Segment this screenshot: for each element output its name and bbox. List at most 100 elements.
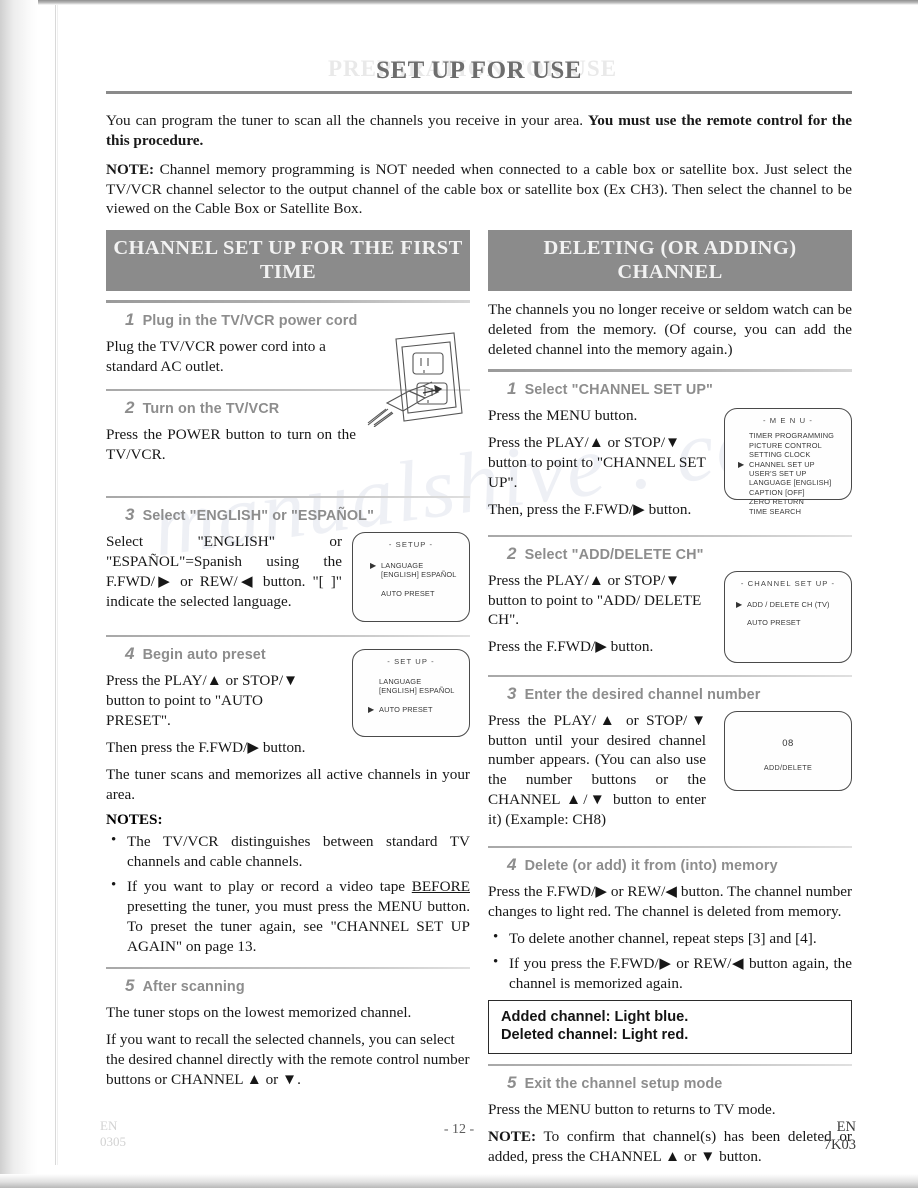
r-step-1-content: - M E N U - TIMER PROGRAMMING PICTURE CO… [488,406,852,520]
r-step-3-content: 08 ADD/DELETE Press the PLAY/▲ or STOP/▼… [488,710,852,830]
intro-block: You can program the tuner to scan all th… [106,111,852,219]
osd-title: - SET UP - [387,657,435,666]
osd-row-label: CAPTION [OFF] [749,487,805,497]
step-title: Enter the desired channel number [524,686,761,703]
cursor-arrow-icon: ▶ [370,561,377,570]
step-heading-3: 3 Select "ENGLISH" or "ESPAÑOL" [106,505,470,525]
divider [106,635,470,637]
divider [488,674,852,677]
step-3-content: - SETUP - ▶ LANGUAGE [ENGLISH] ESPAÑOL AU… [106,532,470,622]
list-item: If you press the F.FWD/▶ or REW/◀ button… [493,953,852,994]
step-title: Select "CHANNEL SET UP" [524,382,713,399]
osd-item-list: ▶ ADD / DELETE CH (TV) AUTO PRESET [736,600,851,628]
divider [488,1063,852,1066]
divider [106,300,470,304]
note-pre: If you want to play or record a video ta… [127,878,412,896]
r-step-2-body-1: Press the PLAY/▲ or STOP/▼ button to poi… [488,571,702,629]
left-column: CHANNEL SET UP FOR THE FIRST TIME 1 Plug … [106,230,470,1174]
step-number: 2 [507,543,517,563]
osd-setup-autopreset-figure: - SET UP - LANGUAGE [ENGLISH] ESPAÑOL ▶ A… [352,649,470,737]
intro-plain: You can program the tuner to scan all th… [106,112,588,130]
step-number: 2 [125,398,135,418]
right-intro: The channels you no longer receive or se… [488,301,852,359]
step-4-body-1: Press the PLAY/▲ or STOP/▼ button to poi… [106,672,299,729]
callout-line-added: Added channel: Light blue. [501,1008,689,1025]
osd-title: - SETUP - [388,540,434,549]
callout-line-deleted: Deleted channel: Light red. [501,1027,689,1044]
step-number: 4 [507,855,517,875]
step-title: Begin auto preset [142,647,266,663]
osd-row: TIME SEARCH [749,507,851,516]
osd-row-label: AUTO PRESET [381,588,435,598]
osd-row-label: USER'S SET UP [749,468,807,478]
osd-menu-figure: - M E N U - TIMER PROGRAMMING PICTURE CO… [724,408,852,516]
osd-add-delete-label: ADD/DELETE [763,762,813,772]
osd-row: LANGUAGE [379,677,469,686]
osd-row-label: CHANNEL SET UP [749,459,815,469]
r-step-1-body-2: Press the PLAY/▲ or STOP/▼ button to poi… [488,434,706,491]
r-step-5-body-1: Press the MENU button to returns to TV m… [488,1100,776,1118]
list-item: The TV/VCR distinguishes between standar… [111,831,470,872]
page-content: PREPARATION FOR USE SET UP FOR USE You c… [106,56,852,1174]
osd-row-label: SETTING CLOCK [749,450,811,460]
osd-item-list: ▶ LANGUAGE [ENGLISH] ESPAÑOL AUTO PRESET [370,561,469,598]
osd-setup-language-figure: - SETUP - ▶ LANGUAGE [ENGLISH] ESPAÑOL AU… [352,532,470,622]
osd-item-list: TIMER PROGRAMMING PICTURE CONTROL SETTIN… [738,431,851,516]
cursor-arrow-icon: ▶ [736,599,743,609]
step-2-body: Press the POWER button to turn on the TV… [106,426,356,464]
osd-row-label: LANGUAGE [ENGLISH] [749,478,832,488]
osd-row-label: [ENGLISH] ESPAÑOL [379,686,455,696]
r-step-heading-3: 3 Enter the desired channel number [488,684,852,704]
step-4-content: - SET UP - LANGUAGE [ENGLISH] ESPAÑOL ▶ A… [106,649,470,758]
note-emphasis: BEFORE [411,878,470,896]
osd-channel-number: 08 [782,737,794,749]
notes-label: NOTES: [106,811,163,829]
osd-row-label: PICTURE CONTROL [749,440,822,450]
osd-row: ▶ LANGUAGE [370,561,469,570]
page-spine-line [55,5,56,1165]
osd-row: LANGUAGE [ENGLISH] [749,478,851,487]
r-step-heading-4: 4 Delete (or add) it from (into) memory [488,855,852,875]
step-number: 5 [507,1072,517,1092]
step-title: Plug in the TV/VCR power cord [142,313,358,330]
step-title: Select "ENGLISH" or "ESPAÑOL" [142,508,374,524]
osd-row-label: TIME SEARCH [749,506,802,516]
step-title: Exit the channel setup mode [524,1075,723,1092]
step-number: 4 [125,644,135,663]
osd-row: PICTURE CONTROL [749,441,851,450]
r-step-heading-2: 2 Select "ADD/DELETE CH" [488,544,852,564]
footer-region: EN [836,1119,856,1135]
footer-page-number: - 12 - [443,1122,475,1137]
r-step-2-content: - CHANNEL SET UP - ▶ ADD / DELETE CH (TV)… [488,570,852,663]
r-step-heading-5: 5 Exit the channel setup mode [488,1073,852,1093]
r-step-3-body-1: Press the PLAY/▲ or STOP/▼ button until … [488,711,706,829]
scan-left-edge [0,0,38,1188]
osd-row: USER'S SET UP [749,469,851,478]
step-1-content: Plug the TV/VCR power cord into a standa… [106,332,470,428]
page-spine-line-secondary [57,5,58,1165]
channel-color-callout: Added channel: Light blue. Deleted chann… [488,999,852,1054]
osd-row-label: ZERO RETURN [749,497,805,507]
ac-outlet-illustration [366,331,470,428]
step-title: Turn on the TV/VCR [142,401,280,418]
osd-row-label: AUTO PRESET [747,618,801,628]
step-title: After scanning [142,978,245,995]
two-column-body: CHANNEL SET UP FOR THE FIRST TIME 1 Plug … [106,230,852,1174]
scan-top-edge [0,0,918,5]
osd-row: ▶ CHANNEL SET UP [738,459,851,469]
divider [488,369,852,373]
step-number: 5 [125,975,135,995]
intro-paragraph: You can program the tuner to scan all th… [106,111,852,151]
osd-channel-setup-figure: - CHANNEL SET UP - ▶ ADD / DELETE CH (TV)… [724,570,852,663]
osd-row: ZERO RETURN [749,497,851,506]
note-label: NOTE: [106,160,155,178]
step-number: 1 [507,379,517,399]
osd-item-list: LANGUAGE [ENGLISH] ESPAÑOL ▶ AUTO PRESET [368,677,469,714]
note-post: presetting the tuner, you must press the… [127,898,470,955]
osd-row-label: LANGUAGE [379,677,422,686]
osd-row: AUTO PRESET [747,618,851,627]
osd-row-label: TIMER PROGRAMMING [749,431,835,441]
step-title: Delete (or add) it from (into) memory [524,858,778,875]
scanned-page: manualshive . com PREPARATION FOR USE SE… [0,0,918,1188]
r-step-4-body-1: Press the F.FWD/▶ or REW/◀ button. The c… [488,883,852,920]
